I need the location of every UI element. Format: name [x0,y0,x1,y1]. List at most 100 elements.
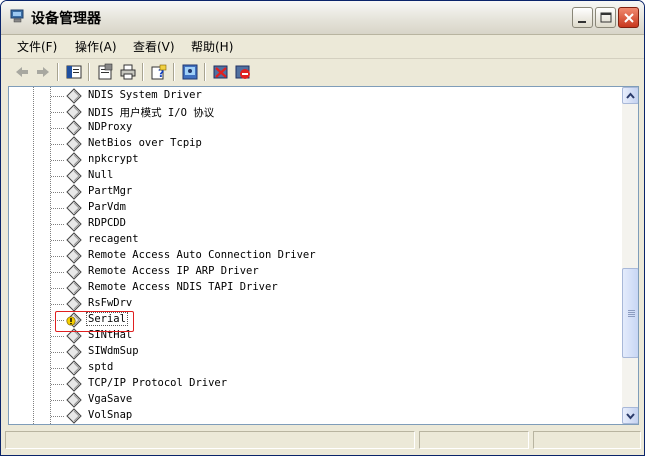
tree-item[interactable]: NetBios over Tcpip [9,136,621,152]
driver-device-icon [66,376,82,392]
tree-connector [51,352,65,353]
driver-device-icon [66,264,82,280]
driver-device-icon [66,120,82,136]
toolbar-separator [88,63,90,81]
driver-device-icon [66,184,82,200]
tree-item[interactable]: RDPCDD [9,216,621,232]
driver-device-icon [66,248,82,264]
tree-item-label: VolSnap [88,409,133,421]
driver-device-icon [66,200,82,216]
menu-bar: 文件(F) 操作(A) 查看(V) 帮助(H) [1,35,644,56]
tree-connector [51,400,65,401]
tree-item[interactable]: recagent [9,232,621,248]
tree-connector [51,160,65,161]
tree-item-label: NDProxy [88,121,133,133]
tree-item[interactable]: npkcrypt [9,152,621,168]
minimize-button[interactable] [572,7,593,28]
tree-item[interactable]: SIWdmSup [9,344,621,360]
tree-connector [51,144,65,145]
tree-item[interactable]: Remote Access IP ARP Driver [9,264,621,280]
forward-arrow-icon[interactable] [34,63,52,81]
tree-connector [51,384,65,385]
device-manager-window: 设备管理器 文件(F) 操作(A) 查看(V) 帮助(H) ? NDIS Sys… [0,0,645,456]
tree-item[interactable]: PartMgr [9,184,621,200]
tree-item[interactable]: VgaSave [9,392,621,408]
tree-connector [51,112,65,113]
help-icon[interactable]: ? [150,63,168,81]
thumb-grip [628,316,635,317]
driver-device-icon [66,216,82,232]
tree-connector [51,272,65,273]
tree-item[interactable]: sptd [9,360,621,376]
tree-item[interactable]: Remote Access Auto Connection Driver [9,248,621,264]
tree-connector [51,224,65,225]
thumb-grip [628,310,635,311]
tree-item[interactable]: Remote Access NDIS TAPI Driver [9,280,621,296]
maximize-button[interactable] [595,7,616,28]
scroll-thumb[interactable] [622,268,638,358]
scroll-down-button[interactable] [622,407,638,424]
tree-connector [51,416,65,417]
tree-item[interactable]: NDIS System Driver [9,88,621,104]
serial-highlight-annotation [55,311,134,332]
tree-item-label: ParVdm [88,201,126,213]
driver-device-icon [66,168,82,184]
tree-connector [51,240,65,241]
menu-file[interactable]: 文件(F) [17,38,57,55]
tree-item-label: Null [88,169,114,181]
tree-item[interactable]: ParVdm [9,200,621,216]
device-tree-panel[interactable]: NDIS System Driver NDIS 用户模式 I/O 协议 NDProx… [8,86,639,425]
tree-item-label: SIWdmSup [88,345,139,357]
status-pane [5,431,415,449]
menu-view[interactable]: 查看(V) [133,38,175,55]
tree-connector [51,256,65,257]
tree-item-label: npkcrypt [88,153,139,165]
tree-item-label: NetBios over Tcpip [88,137,202,149]
minimize-icon [578,21,586,23]
tree-item-label: PartMgr [88,185,133,197]
tree-item-label: NDIS System Driver [88,89,202,101]
device-manager-icon [10,9,24,23]
thumb-grip [628,314,635,315]
status-bar [1,429,644,453]
tree-item[interactable]: TCP/IP Protocol Driver [9,376,621,392]
tree-item[interactable]: NDProxy [9,120,621,136]
driver-device-icon [66,344,82,360]
maximize-icon [600,12,612,23]
close-icon [624,13,634,23]
tree-item[interactable]: VolSnap [9,408,621,424]
driver-device-icon [66,232,82,248]
vertical-scrollbar[interactable] [622,87,638,424]
print-icon[interactable] [119,63,137,81]
menu-action[interactable]: 操作(A) [75,38,117,55]
driver-device-icon [66,360,82,376]
title-bar[interactable]: 设备管理器 [1,1,644,35]
driver-device-icon [66,280,82,296]
toolbar-separator [142,63,144,81]
back-arrow-icon[interactable] [13,63,31,81]
tree-item[interactable]: NDIS 用户模式 I/O 协议 [9,104,621,120]
toolbar-separator [204,63,206,81]
toolbar-separator [173,63,175,81]
menu-help[interactable]: 帮助(H) [191,38,233,55]
tree-item-label: recagent [88,233,139,245]
tree-connector [51,176,65,177]
uninstall-icon[interactable] [212,63,230,81]
status-pane [533,431,641,449]
close-button[interactable] [618,7,639,28]
disable-icon[interactable] [234,63,252,81]
tree-item[interactable]: Null [9,168,621,184]
tree-item-label: sptd [88,361,114,373]
scan-hardware-icon[interactable] [181,63,199,81]
tree-item-label: NDIS 用户模式 I/O 协议 [88,107,215,119]
tree-item-label: RDPCDD [88,217,126,229]
properties-icon[interactable] [96,63,114,81]
scroll-up-button[interactable] [622,87,638,104]
tree-item-label: TCP/IP Protocol Driver [88,377,228,389]
driver-device-icon [66,152,82,168]
show-hide-console-tree-icon[interactable] [65,63,83,81]
chevron-up-icon [626,92,635,99]
driver-device-icon [66,392,82,408]
tree-item[interactable]: RsFwDrv [9,296,621,312]
tree-item-label: Remote Access Auto Connection Driver [88,249,316,261]
